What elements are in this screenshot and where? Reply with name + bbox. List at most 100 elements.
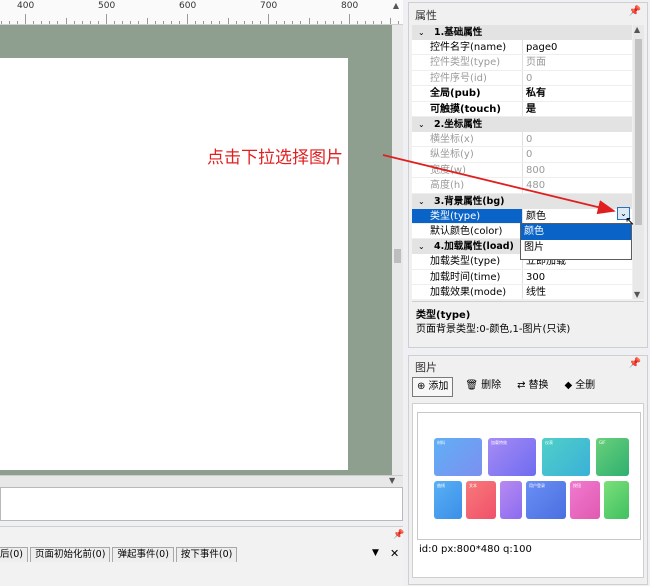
dropdown-option-color[interactable]: 颜色: [521, 224, 631, 240]
property-key: 加载时间(time): [412, 269, 523, 285]
property-row[interactable]: 可触摸(touch) 是: [412, 101, 632, 117]
property-value[interactable]: 0: [523, 132, 632, 146]
property-row[interactable]: 宽度(w) 800: [412, 162, 632, 179]
collapse-icon[interactable]: ⌄: [418, 239, 425, 254]
property-row[interactable]: 控件序号(id) 0: [412, 70, 632, 87]
add-image-label: 添加: [428, 381, 449, 392]
ruler-tick: [211, 21, 213, 24]
ruler-tick: [130, 21, 132, 24]
ruler-tick: [106, 14, 107, 24]
ruler-tick: [41, 21, 43, 24]
ruler-tick: [324, 21, 326, 24]
property-grid-scrollbar[interactable]: ▲ ▼: [633, 25, 644, 299]
tab-page-before-init[interactable]: 页面初始化前(0): [29, 547, 111, 562]
ruler-tick: [259, 21, 261, 24]
plus-circle-icon: ⊕: [417, 381, 426, 392]
property-row[interactable]: 加载效果(mode) 线性: [412, 285, 632, 299]
property-value[interactable]: 是: [523, 102, 632, 116]
property-key: 加载类型(type): [412, 254, 523, 269]
ruler-tick: [25, 14, 26, 24]
canvas-horizontal-scrollbar[interactable]: ▼: [0, 475, 403, 487]
page-canvas[interactable]: [0, 58, 348, 470]
property-row[interactable]: 纵坐标(y) 0: [412, 147, 632, 163]
bg-type-dropdown-list[interactable]: 颜色 图片: [520, 223, 632, 260]
pin-icon[interactable]: 📌: [629, 6, 641, 17]
tab-press-event[interactable]: 按下事件(0): [175, 547, 238, 562]
delete-all-button[interactable]: ◆ 全删: [560, 377, 599, 395]
collapse-icon[interactable]: ⌄: [418, 194, 425, 209]
design-canvas-area[interactable]: [0, 25, 393, 475]
property-row[interactable]: 高度(h) 480: [412, 178, 632, 194]
property-category[interactable]: ⌄ 3.背景属性(bg): [412, 193, 632, 209]
ruler-tick: [332, 21, 334, 24]
property-row[interactable]: 加载时间(time) 300: [412, 269, 632, 286]
property-value[interactable]: 页面: [523, 55, 632, 69]
ruler-tick: [365, 21, 367, 24]
collapse-icon[interactable]: ⌄: [418, 117, 425, 132]
image-list[interactable]: 材料 加载特效 仪表 GIF 曲线 文本 用户登录 按钮 id:0 px:800…: [412, 403, 644, 578]
ruler-tick: [357, 21, 359, 24]
add-image-button[interactable]: ⊕ 添加: [412, 377, 454, 397]
dropdown-option-image[interactable]: 图片: [521, 240, 631, 256]
tab-release-event[interactable]: 弹起事件(0): [112, 547, 174, 562]
property-value[interactable]: page0: [523, 40, 632, 54]
property-value[interactable]: 私有: [523, 86, 632, 100]
scroll-up-arrow-icon[interactable]: ▲: [634, 25, 640, 34]
property-row[interactable]: 全局(pub) 私有: [412, 86, 632, 102]
property-key: 默认颜色(color): [412, 223, 523, 239]
ruler-tick: [0, 21, 2, 24]
scroll-thumb[interactable]: [394, 249, 401, 263]
ruler-tick: [122, 21, 124, 24]
property-value[interactable]: 0: [523, 71, 632, 85]
ruler-tick: [235, 21, 237, 24]
ruler-tick: [16, 21, 18, 24]
replace-image-button[interactable]: ⇄ 替换: [513, 377, 552, 395]
property-value[interactable]: 480: [523, 178, 632, 192]
property-key: 宽度(w): [412, 162, 523, 178]
scroll-right-arrow-icon[interactable]: ▼: [389, 476, 395, 485]
ruler-tick: [73, 21, 75, 24]
property-row[interactable]: 控件类型(type) 页面: [412, 55, 632, 71]
tile-button: 按钮: [570, 481, 600, 519]
ruler-tick: [89, 21, 91, 24]
dropdown-arrow-icon[interactable]: ▼: [372, 548, 379, 558]
tile-text: 文本: [466, 481, 496, 519]
property-category[interactable]: ⌄ 1.基础属性: [412, 25, 632, 40]
category-label: 3.背景属性(bg): [434, 195, 505, 207]
collapse-icon[interactable]: ⌄: [418, 25, 425, 40]
property-value[interactable]: 800: [523, 163, 632, 177]
scroll-thumb[interactable]: [635, 39, 642, 225]
ruler-tick: [268, 14, 269, 24]
property-value[interactable]: 颜色: [523, 208, 632, 223]
delete-image-label: 删除: [481, 380, 502, 391]
property-value[interactable]: 300: [523, 270, 632, 284]
scroll-up-arrow-icon[interactable]: ▲: [390, 1, 402, 11]
properties-panel: 属性 📌 ⌄ 1.基础属性 控件名字(name) page0 控件类型(type) 页面控…: [408, 2, 648, 348]
tab-page-after-init[interactable]: 后(0): [0, 547, 28, 562]
ruler-tick: [138, 21, 140, 24]
category-label: 4.加载属性(load): [434, 241, 514, 253]
ruler-tick: [57, 21, 59, 24]
ruler-tick: [276, 21, 278, 24]
ruler-label: 400: [17, 1, 35, 11]
delete-image-button[interactable]: 🗑 删除: [461, 377, 505, 395]
pin-icon[interactable]: 📌: [629, 358, 641, 369]
canvas-vertical-scrollbar[interactable]: [392, 25, 403, 475]
property-category[interactable]: ⌄ 2.坐标属性: [412, 116, 632, 132]
ruler-tick: [162, 21, 164, 24]
image-thumbnail[interactable]: 材料 加载特效 仪表 GIF 曲线 文本 用户登录 按钮: [417, 412, 641, 540]
ruler-tick: [178, 21, 180, 24]
property-value[interactable]: 线性: [523, 285, 632, 299]
property-row[interactable]: 控件名字(name) page0: [412, 40, 632, 56]
property-key: 纵坐标(y): [412, 147, 523, 162]
scroll-down-arrow-icon[interactable]: ▼: [634, 290, 640, 299]
ruler-tick: [81, 21, 83, 24]
pin-icon[interactable]: 📌: [393, 530, 404, 540]
category-label: 1.基础属性: [434, 27, 483, 38]
property-value[interactable]: 0: [523, 147, 632, 161]
ruler-tick: [187, 14, 188, 24]
close-icon[interactable]: ✕: [390, 547, 399, 560]
property-row[interactable]: 类型(type) 颜色: [412, 208, 632, 224]
property-key: 可触摸(touch): [412, 101, 523, 116]
property-row[interactable]: 横坐标(x) 0: [412, 131, 632, 148]
